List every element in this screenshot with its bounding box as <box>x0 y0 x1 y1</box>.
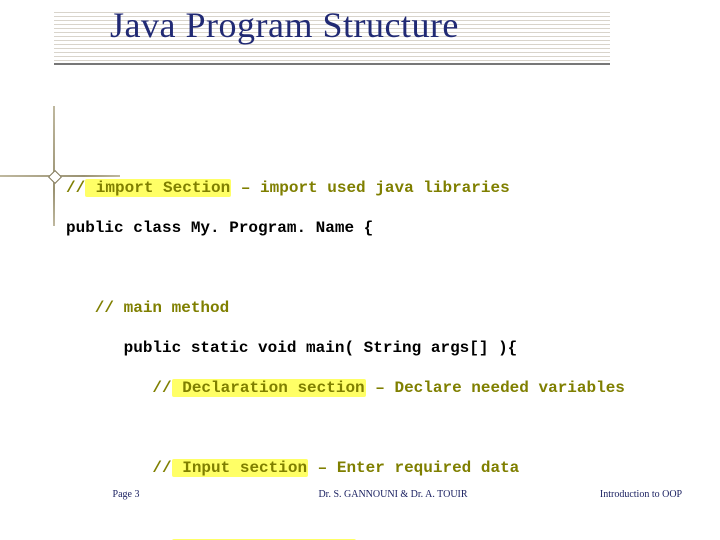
comment-prefix: // <box>66 379 172 397</box>
code-line: public class My. Program. Name { <box>66 218 694 238</box>
code-line: // main method <box>66 298 694 318</box>
section-label: Input section <box>172 459 308 477</box>
accent-crosshair <box>44 166 64 186</box>
comment-text: // main method <box>66 299 229 317</box>
comment-prefix: // <box>66 459 172 477</box>
code-line: public static void main( String args[] )… <box>66 338 694 358</box>
comment-text: – import used java libraries <box>231 179 509 197</box>
section-label: Declaration section <box>172 379 366 397</box>
code-line: // Input section – Enter required data <box>66 458 694 478</box>
blank-line <box>66 418 694 438</box>
comment-prefix: // <box>66 179 85 197</box>
slide: Java Program Structure // import Section… <box>0 0 720 540</box>
blank-line <box>66 258 694 278</box>
slide-title: Java Program Structure <box>110 4 459 46</box>
blank-line <box>66 498 694 518</box>
code-block: // import Section – import used java lib… <box>66 158 694 540</box>
comment-text: – Declare needed variables <box>366 379 625 397</box>
code-line: // import Section – import used java lib… <box>66 178 694 198</box>
section-label: import Section <box>85 179 231 197</box>
code-line: // Declaration section – Declare needed … <box>66 378 694 398</box>
comment-text: – Enter required data <box>308 459 519 477</box>
